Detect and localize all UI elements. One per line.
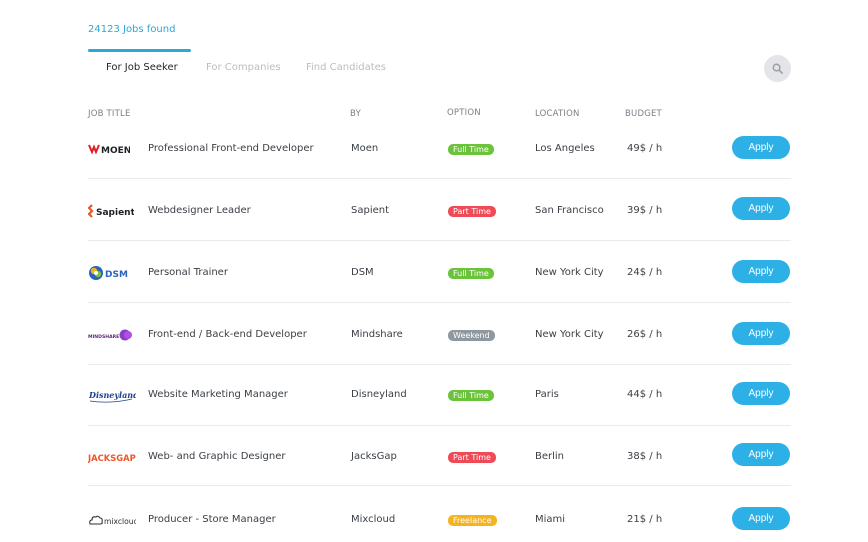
budget: 26$ / h xyxy=(627,329,663,340)
option-badge: Full Time xyxy=(448,268,494,279)
search-icon xyxy=(772,63,783,74)
table-row: MOEN Professional Front-end Developer Mo… xyxy=(88,117,791,179)
company-logo-jacksgap: JACKSGAP xyxy=(88,448,146,468)
option-badge: Part Time xyxy=(448,452,496,463)
company-logo-mixcloud: mixcloud xyxy=(88,511,146,531)
company-name: JacksGap xyxy=(351,451,397,462)
logo-text: MINDSHARE xyxy=(88,334,119,340)
budget: 38$ / h xyxy=(627,451,663,462)
tab-find-candidates[interactable]: Find Candidates xyxy=(306,62,386,73)
apply-button[interactable]: Apply xyxy=(732,197,790,220)
logo-text: DSM xyxy=(105,270,128,280)
table-row: Sapient Webdesigner Leader Sapient Part … xyxy=(88,179,791,241)
location: Berlin xyxy=(535,451,565,462)
row-divider xyxy=(88,485,791,486)
company-name: Sapient xyxy=(351,205,390,216)
budget: 24$ / h xyxy=(627,267,663,278)
location: Los Angeles xyxy=(535,143,595,154)
apply-button[interactable]: Apply xyxy=(732,136,790,159)
job-title: Producer - Store Manager xyxy=(148,514,276,525)
job-title: Webdesigner Leader xyxy=(148,205,251,216)
logo-text: Disneyland xyxy=(88,390,136,400)
company-name: Mindshare xyxy=(351,329,403,340)
logo-text: MOEN xyxy=(101,146,130,155)
table-row: mixcloud Producer - Store Manager Mixclo… xyxy=(88,487,791,542)
job-title: Website Marketing Manager xyxy=(148,389,288,400)
location: San Francisco xyxy=(535,205,604,216)
budget: 21$ / h xyxy=(627,514,663,525)
option-badge: Freelance xyxy=(448,515,497,526)
logo-text: Sapient xyxy=(96,208,134,218)
company-logo-mindshare: MINDSHARE xyxy=(88,325,146,345)
location: Miami xyxy=(535,514,566,525)
job-title: Web- and Graphic Designer xyxy=(148,451,286,462)
job-title: Front-end / Back-end Developer xyxy=(148,329,307,340)
company-name: Mixcloud xyxy=(351,514,396,525)
active-tab-indicator xyxy=(88,49,191,52)
budget: 39$ / h xyxy=(627,205,663,216)
option-badge: Full Time xyxy=(448,390,494,401)
apply-button[interactable]: Apply xyxy=(732,507,790,530)
apply-button[interactable]: Apply xyxy=(732,443,790,466)
option-badge: Full Time xyxy=(448,144,494,155)
apply-button[interactable]: Apply xyxy=(732,382,790,405)
company-logo-moen: MOEN xyxy=(88,139,146,159)
company-logo-dsm: DSM xyxy=(88,263,146,283)
apply-button[interactable]: Apply xyxy=(732,260,790,283)
company-logo-sapient: Sapient xyxy=(88,201,146,221)
option-badge: Part Time xyxy=(448,206,496,217)
table-row: Disneyland Website Marketing Manager Dis… xyxy=(88,364,791,426)
logo-text: JACKSGAP xyxy=(88,453,136,463)
budget: 49$ / h xyxy=(627,143,663,154)
table-row: DSM Personal Trainer DSM Full Time New Y… xyxy=(88,241,791,303)
company-logo-disneyland: Disneyland xyxy=(88,386,146,406)
job-title: Personal Trainer xyxy=(148,267,228,278)
table-row: MINDSHARE Front-end / Back-end Developer… xyxy=(88,303,791,365)
search-button[interactable] xyxy=(764,55,791,82)
location: New York City xyxy=(535,329,604,340)
option-badge: Weekend xyxy=(448,330,495,341)
company-name: DSM xyxy=(351,267,374,278)
tab-for-companies[interactable]: For Companies xyxy=(206,62,281,73)
company-name: Disneyland xyxy=(351,389,407,400)
job-title: Professional Front-end Developer xyxy=(148,143,314,154)
jobs-found-count: 24123 Jobs found xyxy=(88,24,176,35)
company-name: Moen xyxy=(351,143,379,154)
logo-text: mixcloud xyxy=(104,517,136,526)
location: Paris xyxy=(535,389,559,400)
table-row: JACKSGAP Web- and Graphic Designer Jacks… xyxy=(88,424,791,486)
tab-for-job-seeker[interactable]: For Job Seeker xyxy=(106,62,178,73)
budget: 44$ / h xyxy=(627,389,663,400)
apply-button[interactable]: Apply xyxy=(732,322,790,345)
location: New York City xyxy=(535,267,604,278)
